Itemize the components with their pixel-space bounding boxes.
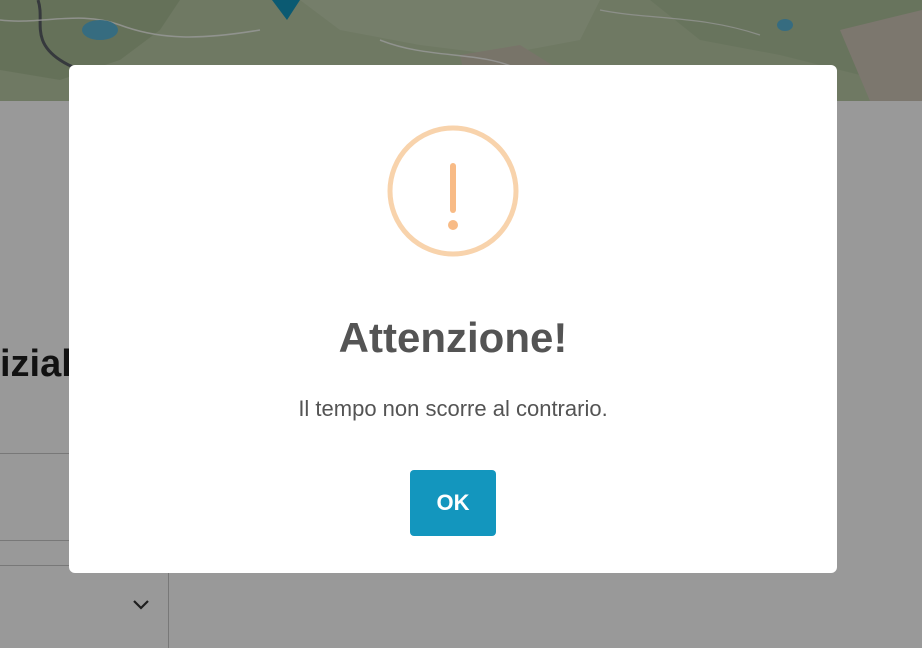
dialog-title: Attenzione! [338,314,568,361]
page: izial Attenzione! Il tempo non scorre al… [0,0,922,648]
alert-dialog: Attenzione! Il tempo non scorre al contr… [69,65,837,573]
dialog-message: Il tempo non scorre al contrario. [298,396,608,421]
ok-button[interactable]: OK [410,470,496,536]
exclamation-warning-icon [387,125,519,257]
